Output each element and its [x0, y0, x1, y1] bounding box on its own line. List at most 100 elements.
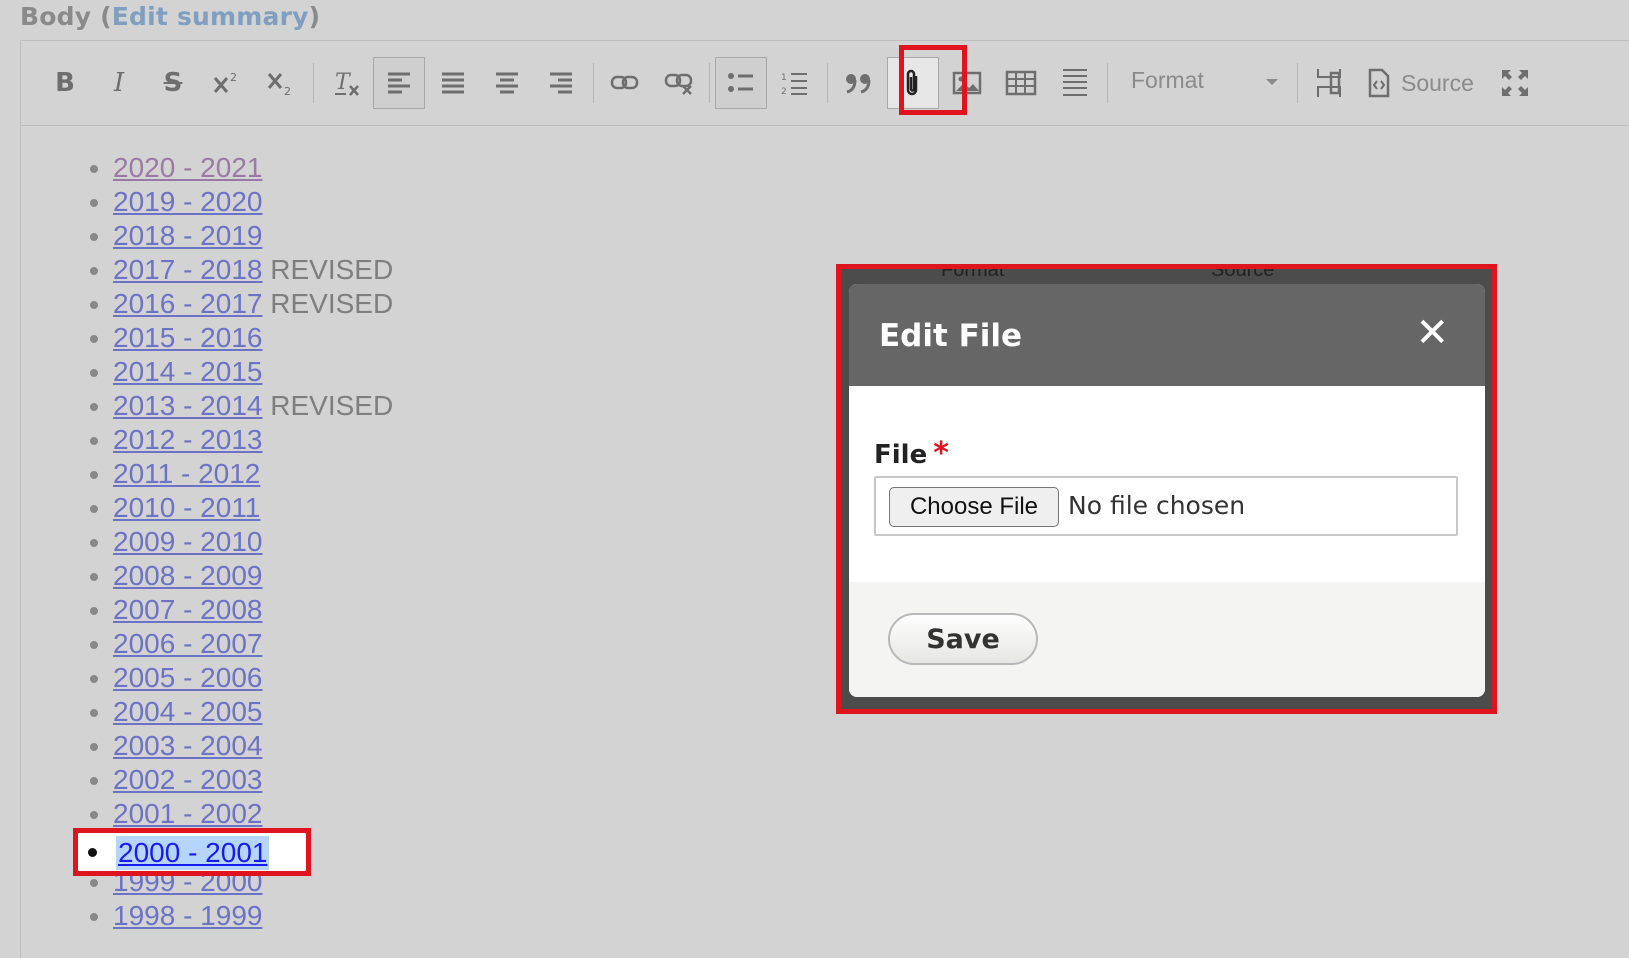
italic-icon: I [113, 68, 125, 98]
revised-note: REVISED [262, 254, 394, 285]
align-left-icon [388, 72, 410, 94]
show-blocks-icon [1317, 69, 1341, 97]
horizontal-rule-icon [1063, 69, 1087, 96]
justify-icon [442, 72, 464, 94]
paren-open: ( [100, 2, 112, 31]
strikethrough-icon: S [163, 68, 183, 98]
align-right-button[interactable] [535, 57, 587, 109]
blockquote-button[interactable] [833, 57, 885, 109]
align-left-button[interactable] [373, 57, 425, 109]
edit-file-dialog: Edit File ✕ File * Choose File No file ch… [849, 284, 1485, 697]
list-item: 2013 - 2014 REVISED [113, 389, 393, 423]
required-marker: * [933, 436, 949, 471]
year-link[interactable]: 2009 - 2010 [113, 526, 262, 557]
year-link[interactable]: 2006 - 2007 [113, 628, 262, 659]
source-label: Source [1401, 69, 1474, 96]
list-item: 2002 - 2003 [113, 763, 393, 797]
field-label: Body (Edit summary) [20, 2, 320, 31]
selected-year-link[interactable]: 2000 - 2001 [116, 836, 270, 870]
list-item: 2017 - 2018 REVISED [113, 253, 393, 287]
source-button[interactable]: Source [1367, 65, 1497, 101]
field-label-text: Body [20, 2, 92, 31]
toolbar-separator [313, 63, 314, 103]
year-link[interactable]: 2016 - 2017 [113, 288, 262, 319]
list-item: 2007 - 2008 [113, 593, 393, 627]
edit-summary-link[interactable]: Edit summary [112, 2, 309, 31]
file-input[interactable]: Choose File No file chosen [874, 476, 1458, 536]
numbered-list-button[interactable]: 12 [769, 57, 821, 109]
choose-file-button[interactable]: Choose File [889, 487, 1059, 527]
year-link[interactable]: 2004 - 2005 [113, 696, 262, 727]
svg-text:2: 2 [230, 71, 237, 84]
ghost-source-label: Source [1211, 264, 1275, 281]
revised-note: REVISED [262, 390, 394, 421]
ghost-format-label: Format [941, 264, 1005, 281]
toolbar-separator [593, 63, 594, 103]
list-item: 2011 - 2012 [113, 457, 393, 491]
chevron-down-icon[interactable] [1265, 77, 1279, 87]
year-link[interactable]: 2003 - 2004 [113, 730, 262, 761]
year-link[interactable]: 2007 - 2008 [113, 594, 262, 625]
maximize-button[interactable] [1489, 57, 1541, 109]
superscript-icon: 2 [213, 71, 237, 93]
align-center-button[interactable] [481, 57, 533, 109]
list-item: 2012 - 2013 [113, 423, 393, 457]
year-link[interactable]: 2011 - 2012 [113, 458, 260, 489]
unlink-icon [664, 73, 693, 95]
strikethrough-button[interactable]: S [147, 57, 199, 109]
editor-toolbar: B I S 2 2 T 1 2 Format Source [21, 41, 1629, 126]
italic-button[interactable]: I [93, 57, 145, 109]
save-button[interactable]: Save [888, 613, 1038, 665]
year-link[interactable]: 1998 - 1999 [113, 900, 262, 931]
year-link[interactable]: 2014 - 2015 [113, 356, 262, 387]
table-button[interactable] [995, 57, 1047, 109]
year-link[interactable]: 2018 - 2019 [113, 220, 262, 251]
year-link[interactable]: 2010 - 2011 [113, 492, 260, 523]
show-blocks-button[interactable] [1303, 57, 1355, 109]
subscript-button[interactable]: 2 [255, 57, 307, 109]
dialog-body: File * Choose File No file chosen [849, 386, 1485, 582]
year-link[interactable]: 2015 - 2016 [113, 322, 262, 353]
list-item: 2016 - 2017 REVISED [113, 287, 393, 321]
year-link[interactable]: 2012 - 2013 [113, 424, 262, 455]
list-item: 2006 - 2007 [113, 627, 393, 661]
numbered-list-icon: 12 [781, 73, 807, 96]
subscript-icon: 2 [267, 73, 291, 96]
selected-list-item-highlight: 2000 - 2001 [73, 828, 311, 876]
link-button[interactable] [599, 57, 651, 109]
source-icon [1368, 68, 1390, 98]
close-icon[interactable]: ✕ [1415, 310, 1449, 356]
link-icon [610, 75, 639, 90]
editor-content[interactable]: 2020 - 20212019 - 20202018 - 20192017 - … [21, 151, 393, 933]
justify-button[interactable] [427, 57, 479, 109]
list-bullet [88, 848, 97, 857]
remove-format-button[interactable]: T [321, 57, 373, 109]
file-label-text: File [874, 440, 928, 470]
unlink-button[interactable] [653, 57, 705, 109]
year-list: 2020 - 20212019 - 20202018 - 20192017 - … [21, 151, 393, 933]
toolbar-separator [1297, 63, 1298, 103]
svg-text:T: T [335, 70, 352, 95]
bold-button[interactable]: B [39, 57, 91, 109]
revised-note: REVISED [262, 288, 394, 319]
attach-button-highlight [899, 45, 967, 115]
year-link[interactable]: 2002 - 2003 [113, 764, 262, 795]
list-item: 2018 - 2019 [113, 219, 393, 253]
year-link[interactable]: 2019 - 2020 [113, 186, 262, 217]
year-link[interactable]: 2013 - 2014 [113, 390, 262, 421]
no-file-chosen-text: No file chosen [1068, 491, 1246, 520]
format-dropdown[interactable]: Format [1131, 67, 1204, 94]
year-link[interactable]: 2020 - 2021 [113, 152, 262, 183]
superscript-button[interactable]: 2 [201, 57, 253, 109]
list-item: 2008 - 2009 [113, 559, 393, 593]
year-link[interactable]: 2008 - 2009 [113, 560, 262, 591]
svg-text:2: 2 [284, 85, 291, 96]
year-link[interactable]: 2017 - 2018 [113, 254, 262, 285]
year-link[interactable]: 2001 - 2002 [113, 798, 262, 829]
table-icon [1005, 70, 1037, 96]
year-link[interactable]: 2005 - 2006 [113, 662, 262, 693]
align-center-icon [496, 72, 518, 94]
dialog-footer: Save [849, 582, 1485, 697]
horizontal-rule-button[interactable] [1049, 57, 1101, 109]
bulleted-list-button[interactable] [715, 57, 767, 109]
